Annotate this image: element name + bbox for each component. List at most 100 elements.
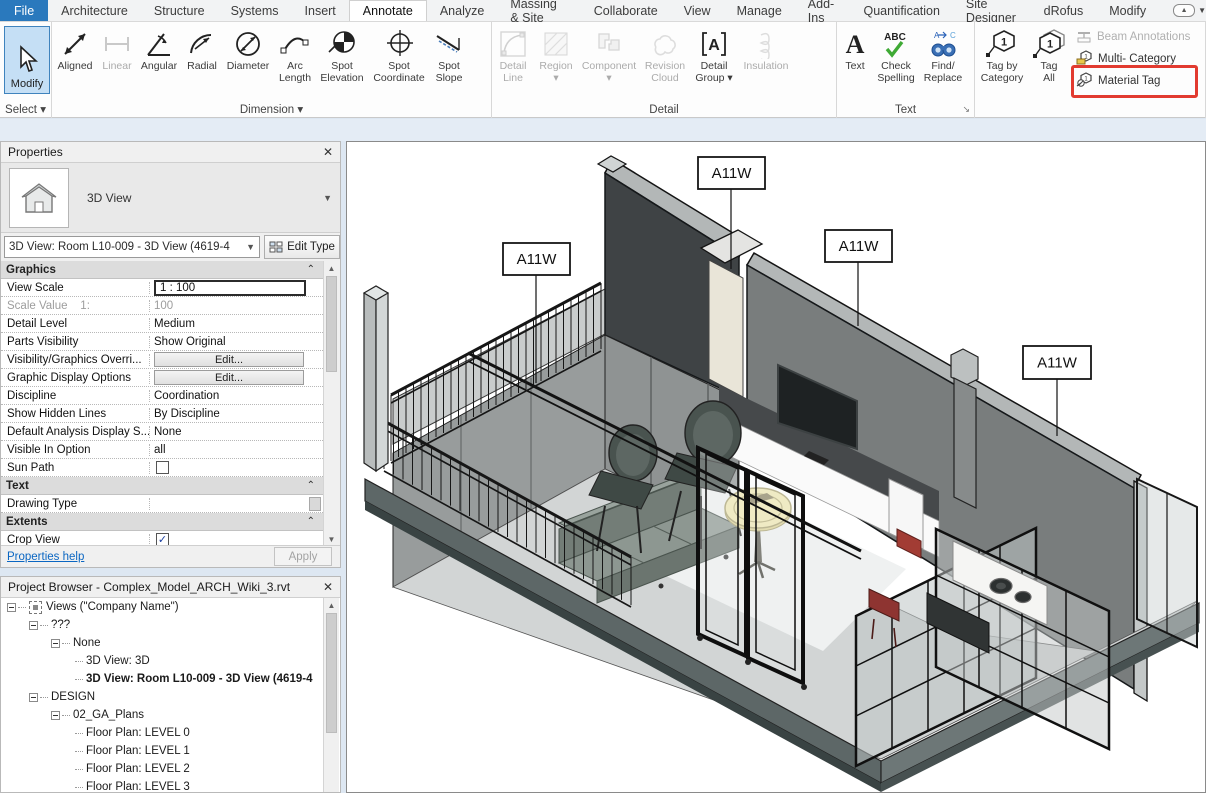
tree-item[interactable]: None: [1, 634, 340, 652]
chevron-down-icon[interactable]: ▼: [1198, 6, 1206, 15]
revision-cloud-icon: [650, 27, 680, 61]
section-header-graphics[interactable]: Graphics⌃: [1, 261, 323, 279]
tree-item[interactable]: ???: [1, 616, 340, 634]
tab-quantification[interactable]: Quantification: [850, 0, 952, 21]
tab-site-designer[interactable]: Site Designer: [953, 0, 1031, 21]
angular-button[interactable]: Angular: [136, 27, 182, 73]
drawing-area-3d-view[interactable]: A11WA11WA11WA11W: [346, 141, 1206, 793]
checkbox[interactable]: [156, 461, 169, 474]
spot-slope-button[interactable]: SpotSlope: [430, 27, 468, 84]
arc-length-button[interactable]: ArcLength: [274, 27, 316, 84]
tab-architecture[interactable]: Architecture: [48, 0, 141, 21]
collapse-chevron-icon[interactable]: ⌃: [307, 480, 315, 491]
property-value[interactable]: 100: [154, 300, 173, 312]
tab-structure[interactable]: Structure: [141, 0, 218, 21]
tab-insert[interactable]: Insert: [292, 0, 349, 21]
spot-elevation-button[interactable]: SpotElevation: [316, 27, 368, 84]
aligned-button[interactable]: Aligned: [52, 27, 98, 73]
check-spelling-button[interactable]: ABCCheckSpelling: [873, 27, 919, 84]
tab-annotate[interactable]: Annotate: [349, 0, 427, 21]
scrollbar-thumb[interactable]: [326, 613, 337, 733]
project-browser-title-bar: Project Browser - Complex_Model_ARCH_Wik…: [1, 577, 340, 598]
tab-analyze[interactable]: Analyze: [427, 0, 497, 21]
property-value[interactable]: By Discipline: [154, 408, 220, 420]
browse-button[interactable]: [309, 497, 321, 511]
section-header-text[interactable]: Text⌃: [1, 477, 323, 495]
close-icon[interactable]: ✕: [323, 580, 333, 594]
linear-button[interactable]: Linear: [98, 27, 136, 73]
scroll-up-icon[interactable]: ▲: [324, 261, 339, 276]
tree-item[interactable]: Floor Plan: LEVEL 3: [1, 778, 340, 792]
property-value[interactable]: Show Original: [154, 336, 226, 348]
insulation-button[interactable]: Insulation: [738, 27, 794, 73]
panel-label-text[interactable]: Text: [837, 104, 974, 116]
browser-scrollbar[interactable]: ▲: [323, 598, 339, 792]
apply-button[interactable]: Apply: [274, 547, 332, 566]
collapse-chevron-icon[interactable]: ⌃: [307, 264, 315, 275]
tab-collaborate[interactable]: Collaborate: [581, 0, 671, 21]
tree-item[interactable]: 02_GA_Plans: [1, 706, 340, 724]
cream-wall-panel: [709, 260, 743, 397]
tab-add-ins[interactable]: Add-Ins: [795, 0, 851, 21]
chevron-down-icon[interactable]: ▼: [323, 193, 332, 203]
collapse-chevron-icon[interactable]: ⌃: [307, 516, 315, 527]
properties-scrollbar[interactable]: ▲ ▼: [323, 261, 339, 547]
revision-cloud-button[interactable]: RevisionCloud: [640, 27, 690, 84]
tag-by-category-button[interactable]: 1Tag byCategory: [975, 27, 1029, 84]
tab-view[interactable]: View: [671, 0, 724, 21]
tree-item[interactable]: 3D View: 3D: [1, 652, 340, 670]
tree-item[interactable]: 3D View: Room L10-009 - 3D View (4619-4: [1, 670, 340, 688]
edit-button[interactable]: Edit...: [154, 370, 304, 385]
value-input[interactable]: 1 : 100: [154, 280, 306, 296]
close-icon[interactable]: ✕: [323, 145, 333, 159]
tab-manage[interactable]: Manage: [724, 0, 795, 21]
tab-drofus[interactable]: dRofus: [1031, 0, 1097, 21]
diameter-button[interactable]: Diameter: [222, 27, 274, 73]
property-value[interactable]: Coordination: [154, 390, 219, 402]
tab-modify[interactable]: Modify: [1096, 0, 1159, 21]
scrollbar-thumb[interactable]: [326, 276, 337, 372]
tree-item[interactable]: Floor Plan: LEVEL 0: [1, 724, 340, 742]
beam-button[interactable]: Beam Annotations: [1076, 26, 1206, 48]
section-header-extents[interactable]: Extents⌃: [1, 513, 323, 531]
tab-file[interactable]: File: [0, 0, 48, 21]
tree-item[interactable]: DESIGN: [1, 688, 340, 706]
tree-item[interactable]: Floor Plan: LEVEL 2: [1, 760, 340, 778]
scroll-up-icon[interactable]: ▲: [324, 598, 339, 613]
tree-expand-icon[interactable]: [29, 621, 38, 630]
component-button[interactable]: Component▾: [578, 27, 640, 84]
region-button[interactable]: Region▾: [534, 27, 578, 84]
tree-expand-icon[interactable]: [51, 711, 60, 720]
spot-coordinate-button[interactable]: SpotCoordinate: [368, 27, 430, 84]
tab-systems[interactable]: Systems: [218, 0, 292, 21]
tree-item[interactable]: Floor Plan: LEVEL 1: [1, 742, 340, 760]
edit-button[interactable]: Edit...: [154, 352, 304, 367]
property-row: Show Hidden LinesBy Discipline: [1, 405, 323, 423]
properties-help-link[interactable]: Properties help: [7, 551, 84, 563]
detail-line-button[interactable]: DetailLine: [492, 27, 534, 84]
text-button[interactable]: AText: [837, 27, 873, 73]
property-value[interactable]: Medium: [154, 318, 195, 330]
edit-type-button[interactable]: Edit Type: [264, 235, 340, 259]
tab-massing-site[interactable]: Massing & Site: [497, 0, 580, 21]
dialog-launcher-icon[interactable]: ↘: [962, 104, 970, 115]
panel-label-dimension[interactable]: Dimension ▾: [52, 102, 491, 116]
panel-label-detail[interactable]: Detail: [492, 104, 836, 116]
property-label: View Scale: [1, 282, 150, 294]
property-value[interactable]: all: [154, 444, 166, 456]
tree-expand-icon[interactable]: [7, 603, 16, 612]
type-selector-combo[interactable]: 3D View: Room L10-009 - 3D View (4619-4 …: [4, 236, 260, 258]
detail-group-button[interactable]: ADetailGroup ▾: [690, 27, 738, 84]
detail-line-icon: [498, 27, 528, 61]
tree-expand-icon[interactable]: [51, 639, 60, 648]
ribbon-collapse-icon[interactable]: ▲: [1173, 4, 1195, 17]
property-value[interactable]: None: [154, 426, 182, 438]
tag-all-button[interactable]: 1TagAll: [1029, 27, 1069, 84]
find-replace-button[interactable]: ACFind/Replace: [919, 27, 967, 84]
tree-item[interactable]: Views ("Company Name"): [1, 598, 340, 616]
radial-button[interactable]: Radial: [182, 27, 222, 73]
material-tag-highlight-box: [1071, 65, 1198, 98]
select-panel-label[interactable]: Select ▾: [0, 102, 51, 116]
modify-button[interactable]: Modify: [4, 26, 50, 94]
tree-expand-icon[interactable]: [29, 693, 38, 702]
